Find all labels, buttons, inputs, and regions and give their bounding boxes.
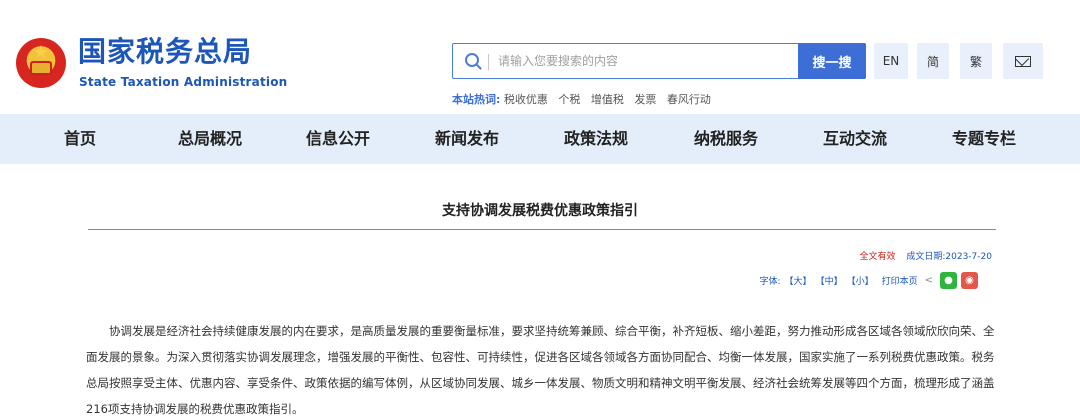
site-header: ★ 国家税务总局 State Taxation Administration 搜… [0,0,1080,114]
wechat-icon[interactable]: ● [940,272,957,289]
share-icon[interactable]: < [925,275,933,286]
article-paragraph: 协调发展是经济社会持续健康发展的内在要求，是高质量发展的重要衡量标准，要求坚持统… [86,324,995,416]
article-title: 支持协调发展税费优惠政策指引 [442,203,638,219]
nav-item-info-disclosure[interactable]: 信息公开 [306,114,370,164]
search-input[interactable] [498,50,788,72]
mail-button[interactable] [1003,43,1043,79]
nav-item-special-topics[interactable]: 专题专栏 [952,114,1016,164]
search-box: 搜一搜 [452,43,866,79]
nav-item-policy[interactable]: 政策法规 [564,114,628,164]
print-button[interactable]: 打印本页 [882,274,918,287]
title-divider [88,229,996,230]
validity-status: 全文有效 [859,252,896,262]
search-icon [465,53,479,67]
traditional-chinese-button[interactable]: 繁 [960,43,992,79]
search-divider [488,54,489,70]
font-small-button[interactable]: 【小】 [847,274,874,287]
nav-item-home[interactable]: 首页 [64,114,96,164]
font-size-label: 字体: [759,277,781,287]
hot-word[interactable]: 春风行动 [667,93,711,106]
article-body: 协调发展是经济社会持续健康发展的内在要求，是高质量发展的重要衡量标准，要求坚持统… [86,318,998,420]
simplified-chinese-button[interactable]: 简 [917,43,949,79]
main-nav: 首页 总局概况 信息公开 新闻发布 政策法规 纳税服务 互动交流 专题专栏 [0,114,1080,164]
hot-words-label: 本站热词: [452,93,501,106]
hot-words: 本站热词: 税收优惠 个税 增值税 发票 春风行动 [452,91,718,107]
nav-item-tax-service[interactable]: 纳税服务 [694,114,758,164]
weibo-icon[interactable]: ◉ [961,272,978,289]
article-tools: 字体: 【大】 【中】 【小】 打印本页 < ● ◉ [759,272,978,289]
search-button[interactable]: 搜一搜 [798,43,866,79]
article-meta: 全文有效 成文日期:2023-7-20 [859,249,992,262]
nav-item-interaction[interactable]: 互动交流 [823,114,887,164]
article-date: 成文日期:2023-7-20 [906,252,992,262]
nav-item-overview[interactable]: 总局概况 [178,114,242,164]
hot-word[interactable]: 税收优惠 [504,93,548,106]
nav-item-news[interactable]: 新闻发布 [435,114,499,164]
hot-word[interactable]: 发票 [634,93,656,106]
hot-word[interactable]: 增值税 [591,93,624,106]
site-title[interactable]: 国家税务总局 [78,38,252,66]
font-medium-button[interactable]: 【中】 [816,274,843,287]
national-emblem-icon[interactable]: ★ [16,38,66,88]
hot-word[interactable]: 个税 [558,93,580,106]
site-subtitle: State Taxation Administration [79,75,288,89]
mail-icon [1015,55,1031,67]
font-large-button[interactable]: 【大】 [785,274,812,287]
english-button[interactable]: EN [874,43,908,79]
